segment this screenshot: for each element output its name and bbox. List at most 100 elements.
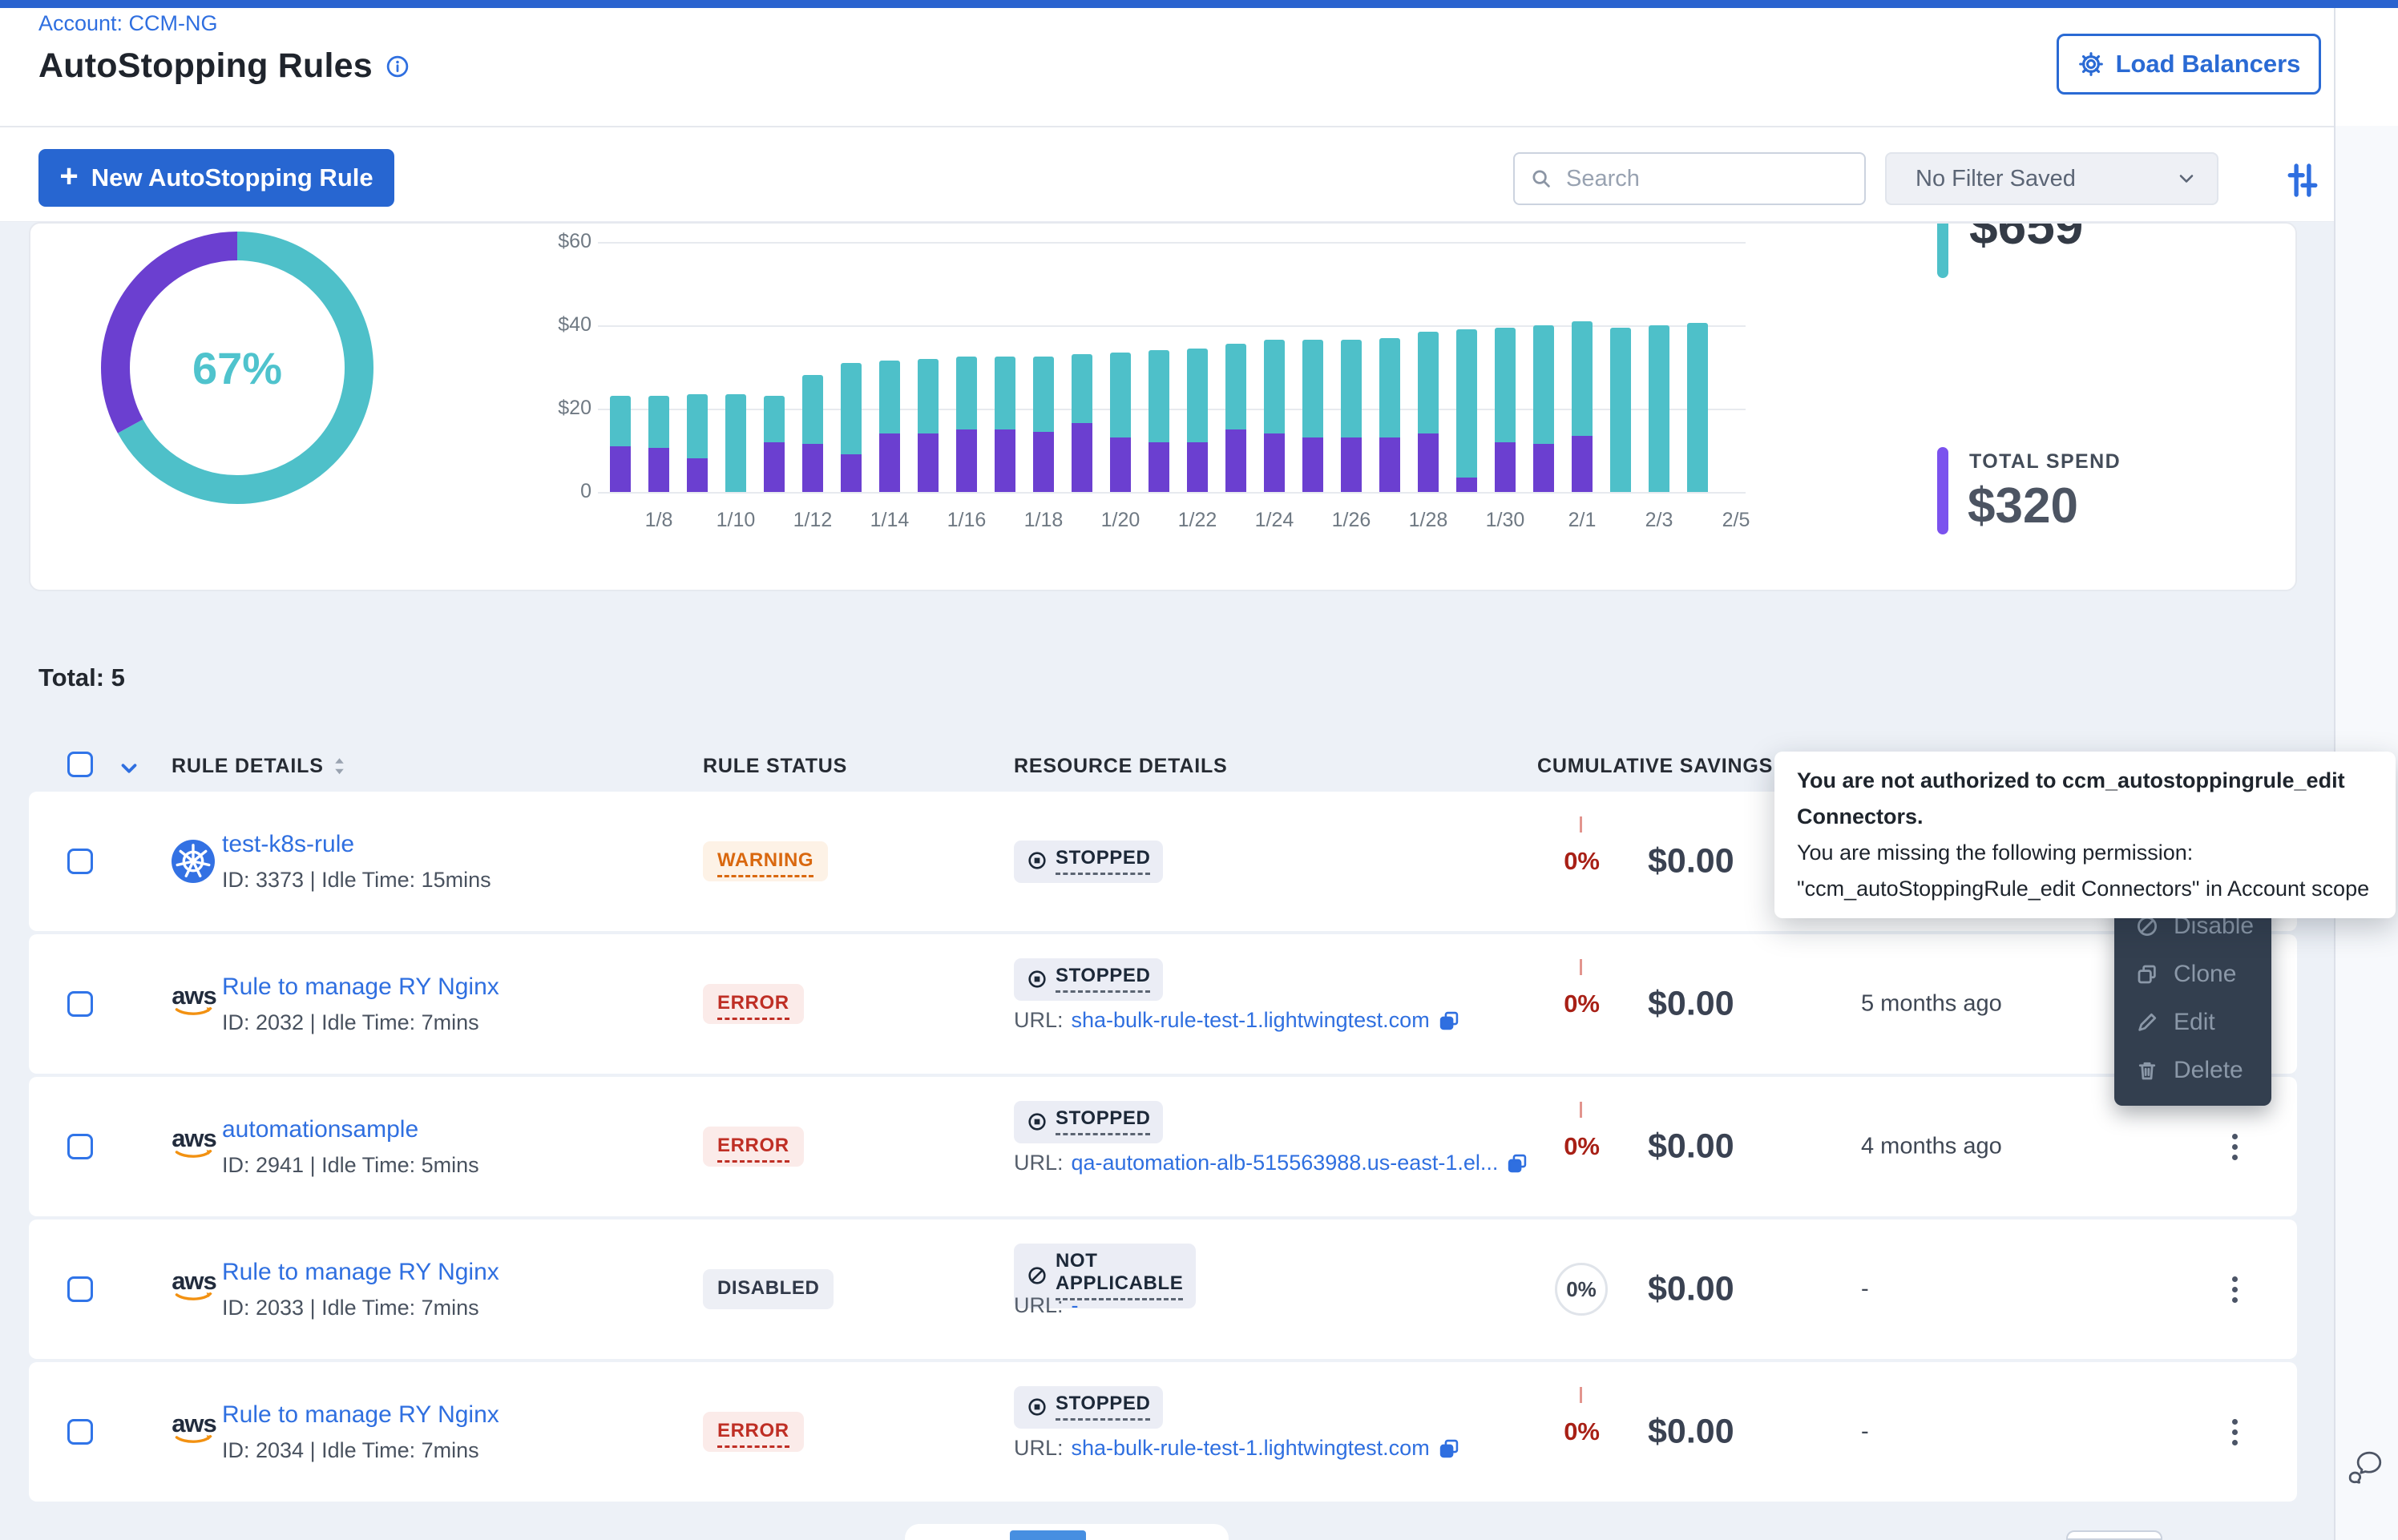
bar-savings <box>1495 328 1516 442</box>
x-axis-tick: 1/26 <box>1319 509 1383 532</box>
delete-icon <box>2135 1058 2159 1082</box>
context-menu-item-edit[interactable]: Edit <box>2114 998 2271 1046</box>
bar-savings <box>1610 328 1631 492</box>
savings-value: $659 <box>1969 222 2083 256</box>
bar-savings <box>1572 321 1593 436</box>
bar-spend <box>1110 437 1131 492</box>
summary-chart-card: 67% $60$40$2001/81/101/121/141/161/181/2… <box>29 222 2297 591</box>
row-checkbox[interactable] <box>67 849 93 874</box>
plus-icon: + <box>59 160 78 192</box>
y-axis-tick: $40 <box>535 313 591 337</box>
resource-url-link[interactable]: sha-bulk-rule-test-1.lightwingtest.com <box>1072 1436 1430 1461</box>
tooltip-line: "ccm_autoStoppingRule_edit Connectors" i… <box>1797 871 2373 907</box>
copy-icon[interactable] <box>1506 1152 1528 1175</box>
bar-spend <box>1379 437 1400 492</box>
x-axis-tick: 1/16 <box>935 509 999 532</box>
account-breadcrumb[interactable]: Account: CCM-NG <box>38 11 218 36</box>
total-spend-label: TOTAL SPEND <box>1969 450 2121 474</box>
rule-meta: ID: 2032 | Idle Time: 7mins <box>222 1010 499 1035</box>
y-axis-tick: $20 <box>535 397 591 420</box>
bar-spend <box>1264 433 1285 492</box>
bottom-right-button[interactable] <box>2066 1530 2162 1540</box>
bar-spend <box>610 446 631 492</box>
copy-icon[interactable] <box>1438 1437 1460 1460</box>
row-checkbox[interactable] <box>67 1419 93 1445</box>
context-menu-item-delete[interactable]: Delete <box>2114 1046 2271 1095</box>
bar-spend <box>1572 436 1593 492</box>
select-all-checkbox[interactable] <box>67 752 93 777</box>
bar-savings <box>995 357 1015 429</box>
stopped-icon <box>1027 1397 1048 1417</box>
pagination-page-button[interactable] <box>1010 1530 1086 1540</box>
resource-url-link[interactable]: sha-bulk-rule-test-1.lightwingtest.com <box>1072 1008 1430 1033</box>
resource-status-badge: STOPPED <box>1014 958 1163 1001</box>
new-autostopping-rule-button[interactable]: + New AutoStopping Rule <box>38 149 394 207</box>
row-actions-kebab-icon[interactable] <box>2223 1272 2246 1307</box>
resource-url-link[interactable]: qa-automation-alb-515563988.us-east-1.el… <box>1072 1151 1499 1175</box>
column-header-cumulative-savings[interactable]: CUMULATIVE SAVINGS <box>1537 755 1794 778</box>
context-menu-item-clone[interactable]: Clone <box>2114 950 2271 998</box>
resource-url-link[interactable]: - <box>1072 1293 1079 1318</box>
savings-percent-ring: 0% <box>1555 1263 1608 1316</box>
resource-status-badge: STOPPED <box>1014 1386 1163 1429</box>
edit-icon <box>2135 1010 2159 1034</box>
info-icon[interactable] <box>386 54 410 79</box>
rule-meta: ID: 2941 | Idle Time: 5mins <box>222 1153 479 1178</box>
table-row[interactable]: aws Rule to manage RY Nginx ID: 2032 | I… <box>29 934 2297 1074</box>
bar-spend <box>879 433 900 492</box>
bar-savings <box>1687 323 1708 492</box>
stopped-icon <box>1027 969 1048 990</box>
savings-percent: 0% <box>1536 1417 1600 1446</box>
rule-name-link[interactable]: automationsample <box>222 1116 479 1143</box>
stopped-icon <box>1027 850 1048 871</box>
bar-spend <box>1456 478 1477 492</box>
table-row[interactable]: aws Rule to manage RY Nginx ID: 2033 | I… <box>29 1220 2297 1359</box>
bar-spend <box>1225 429 1246 492</box>
chevron-down-icon <box>2175 167 2198 190</box>
saved-filter-dropdown[interactable]: No Filter Saved <box>1885 152 2218 205</box>
bar-savings <box>1187 349 1208 442</box>
rule-status-badge: ERROR <box>703 1412 804 1452</box>
row-checkbox[interactable] <box>67 991 93 1017</box>
load-balancers-button[interactable]: Load Balancers <box>2057 34 2321 95</box>
row-actions-kebab-icon[interactable] <box>2223 1414 2246 1449</box>
bar-savings <box>1379 338 1400 438</box>
column-header-rule-details[interactable]: RULE DETAILS <box>172 755 345 778</box>
table-row[interactable]: aws Rule to manage RY Nginx ID: 2034 | I… <box>29 1362 2297 1502</box>
bar-spend <box>648 448 669 492</box>
bar-savings <box>918 359 939 434</box>
bar-spend <box>995 429 1015 492</box>
bar-spend <box>1033 432 1054 492</box>
rule-name-link[interactable]: Rule to manage RY Nginx <box>222 974 499 1001</box>
rule-name-link[interactable]: test-k8s-rule <box>222 831 491 858</box>
total-count-label: Total: 5 <box>38 663 125 692</box>
row-checkbox[interactable] <box>67 1276 93 1302</box>
row-actions-kebab-icon[interactable] <box>2223 1129 2246 1164</box>
last-resource-activity: 5 months ago <box>1861 991 2002 1018</box>
x-axis-tick: 1/28 <box>1396 509 1460 532</box>
tooltip-line: You are not authorized to ccm_autostoppi… <box>1797 763 2373 835</box>
bar-savings <box>1225 344 1246 429</box>
bar-savings <box>764 396 785 441</box>
x-axis-tick: 1/18 <box>1011 509 1076 532</box>
search-input[interactable] <box>1564 165 1850 193</box>
select-menu-chevron-icon[interactable] <box>117 756 141 780</box>
bar-savings <box>687 394 708 459</box>
last-resource-activity: - <box>1861 1419 1869 1445</box>
aws-icon: aws <box>172 984 216 1008</box>
total-spend-accent-bar <box>1937 447 1948 534</box>
sort-icon[interactable] <box>333 757 345 776</box>
rule-name-link[interactable]: Rule to manage RY Nginx <box>222 1259 499 1286</box>
filter-settings-icon[interactable] <box>2281 159 2324 202</box>
bar-spend <box>802 444 823 492</box>
copy-icon[interactable] <box>1438 1010 1460 1032</box>
savings-amount: $0.00 <box>1648 1270 1734 1309</box>
chat-icon[interactable] <box>2347 1450 2384 1486</box>
rule-status-badge: WARNING <box>703 841 828 881</box>
savings-percent-tick <box>1580 959 1582 975</box>
rule-name-link[interactable]: Rule to manage RY Nginx <box>222 1401 499 1429</box>
savings-amount: $0.00 <box>1648 985 1734 1024</box>
table-row[interactable]: aws automationsample ID: 2941 | Idle Tim… <box>29 1077 2297 1216</box>
row-checkbox[interactable] <box>67 1134 93 1159</box>
bar-spend <box>956 429 977 492</box>
